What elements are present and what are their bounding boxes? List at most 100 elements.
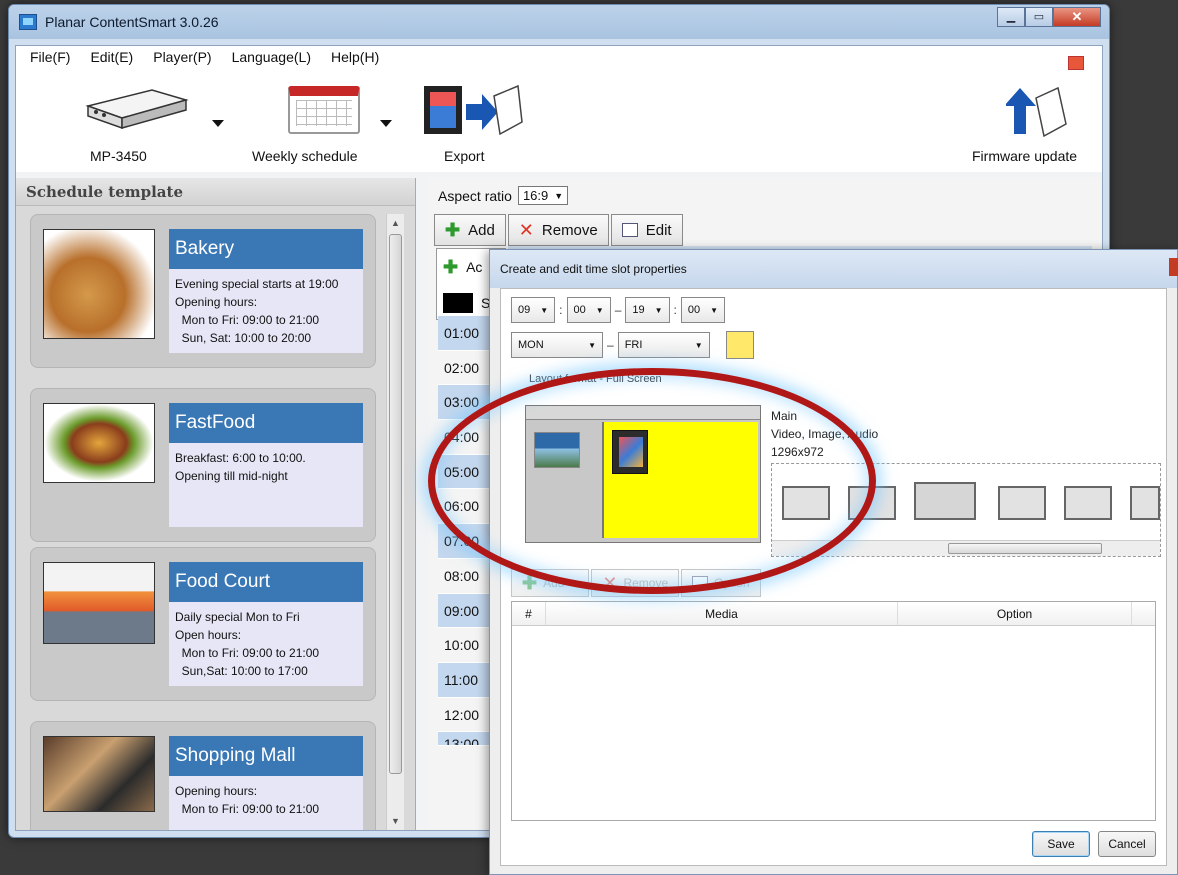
food-court-image [43,562,155,644]
slot-color-picker[interactable] [725,331,754,359]
media-option-button[interactable]: Option [681,569,761,597]
add-button[interactable]: ✚ Add [434,214,506,246]
end-hour-value: 19 [632,304,645,316]
dialog-body: 09 ▼ : 00 ▼ – 19 ▼ : 00 ▼ MON ▼ – FRI ▼ Layout… [500,288,1167,866]
template-description: Breakfast: 6:00 to 10:00. Opening till m… [175,451,306,483]
column-header-number[interactable]: # [512,602,546,625]
menu-language[interactable]: Language(L) [222,46,321,68]
day-from-select[interactable]: MON ▼ [511,332,603,358]
window-title: Planar ContentSmart 3.0.26 [45,14,219,30]
firmware-update-label: Firmware update [972,148,1078,164]
close-button[interactable]: ✕ [1053,7,1101,27]
settings-badge-icon[interactable] [1068,56,1084,70]
start-hour-select[interactable]: 09 ▼ [511,297,556,323]
layout-option[interactable] [1130,486,1160,520]
template-name: Shopping Mall [169,736,363,776]
day-to-select[interactable]: FRI ▼ [617,332,710,358]
template-scrollbar[interactable]: ▲ ▼ [386,214,404,830]
menu-item-label: Ac [466,259,483,275]
aspect-ratio-row: Aspect ratio 16:9 ▼ [438,186,569,205]
menu-help[interactable]: Help(H) [321,46,389,68]
save-button[interactable]: Save [1032,831,1090,857]
export-icon [424,84,523,136]
aspect-ratio-select[interactable]: 16:9 ▼ [517,186,569,205]
template-card-fastfood[interactable]: FastFood Breakfast: 6:00 to 10:00. Openi… [30,388,376,542]
chevron-down-icon: ▼ [694,340,703,350]
layout-option[interactable] [848,486,896,520]
scrollbar-thumb[interactable] [389,234,402,774]
template-card-food-court[interactable]: Food Court Daily special Mon to Fri Open… [30,547,376,701]
separator: : [673,303,677,317]
edit-button[interactable]: Edit [610,214,683,246]
start-minute-value: 00 [573,304,586,316]
template-description: Evening special starts at 19:00 Opening … [175,277,339,345]
schedule-dropdown-icon[interactable] [380,120,392,127]
chevron-down-icon: ▼ [710,305,719,315]
start-minute-select[interactable]: 00 ▼ [566,297,611,323]
separator: – [607,338,614,352]
layout-top-strip [526,406,760,420]
hscroll-thumb[interactable] [948,543,1102,554]
player-label: MP-3450 [90,148,147,164]
menu-player[interactable]: Player(P) [143,46,221,68]
column-header-option[interactable]: Option [898,602,1132,625]
main-zone-resolution: 1296x972 [771,445,824,459]
calendar-icon [288,86,360,134]
scroll-down-icon[interactable]: ▼ [391,816,400,826]
menu-bar: File(F) Edit(E) Player(P) Language(L) He… [16,46,389,68]
menu-file[interactable]: File(F) [16,46,80,68]
day-to-value: FRI [624,339,643,351]
column-header-media[interactable]: Media [546,602,898,625]
window-controls: ▁ ▭ ✕ [997,7,1101,27]
template-info: FastFood Breakfast: 6:00 to 10:00. Openi… [169,403,363,527]
template-card-bakery[interactable]: Bakery Evening special starts at 19:00 O… [30,214,376,368]
end-hour-select[interactable]: 19 ▼ [625,297,670,323]
media-add-label: Add [543,576,565,590]
layout-option-selected[interactable] [914,482,976,520]
time-slot-dialog: Create and edit time slot properties 09 ▼… [489,249,1178,875]
dialog-title: Create and edit time slot properties [490,250,1177,288]
start-hour-value: 09 [518,304,531,316]
template-info: Bakery Evening special starts at 19:00 O… [169,229,363,353]
cancel-button[interactable]: Cancel [1098,831,1156,857]
scroll-up-icon[interactable]: ▲ [391,218,400,228]
image-thumbnail[interactable] [534,432,580,468]
remove-icon: ✕ [518,219,534,240]
dialog-close-button[interactable] [1169,258,1178,276]
minimize-button[interactable]: ▁ [997,7,1025,27]
maximize-button[interactable]: ▭ [1025,7,1053,27]
media-remove-label: Remove [623,576,669,590]
layout-preview [525,405,761,543]
end-minute-select[interactable]: 00 ▼ [680,297,726,323]
media-add-button[interactable]: ✚ Add ▼ [511,569,590,597]
bakery-image [43,229,155,339]
layout-format-label: Layout format - Full Screen [529,373,662,385]
media-remove-button[interactable]: ✕ Remove [591,569,680,597]
remove-button[interactable]: ✕ Remove [507,214,609,246]
media-player-icon [85,89,189,130]
separator: : [559,303,563,317]
export-label: Export [444,148,485,164]
chevron-down-icon: ▼ [595,305,604,315]
layout-option[interactable] [782,486,830,520]
main-zone-types: Video, Image, Audio [771,427,879,441]
firmware-update-icon [1006,86,1067,138]
chevron-down-icon: ▼ [588,340,596,350]
template-card-shopping-mall[interactable]: Shopping Mall Opening hours: Mon to Fri:… [30,721,376,830]
layout-option[interactable] [998,486,1046,520]
chevron-down-icon: ▼ [570,578,579,588]
plus-icon: ✚ [522,572,538,593]
media-table-header: # Media Option [512,602,1155,626]
schedule-template-header: Schedule template [16,178,415,206]
day-range-row: MON ▼ – FRI ▼ [511,331,754,359]
day-from-value: MON [518,339,544,351]
template-info: Food Court Daily special Mon to Fri Open… [169,562,363,686]
layout-hscrollbar[interactable] [772,540,1160,556]
menu-edit[interactable]: Edit(E) [80,46,143,68]
edit-label: Edit [645,221,672,239]
color-swatch [443,293,473,313]
player-dropdown-icon[interactable] [212,120,224,127]
layout-option[interactable] [1064,486,1112,520]
fastfood-image [43,403,155,483]
schedule-button-row: ✚ Add ✕ Remove Edit [434,214,685,246]
